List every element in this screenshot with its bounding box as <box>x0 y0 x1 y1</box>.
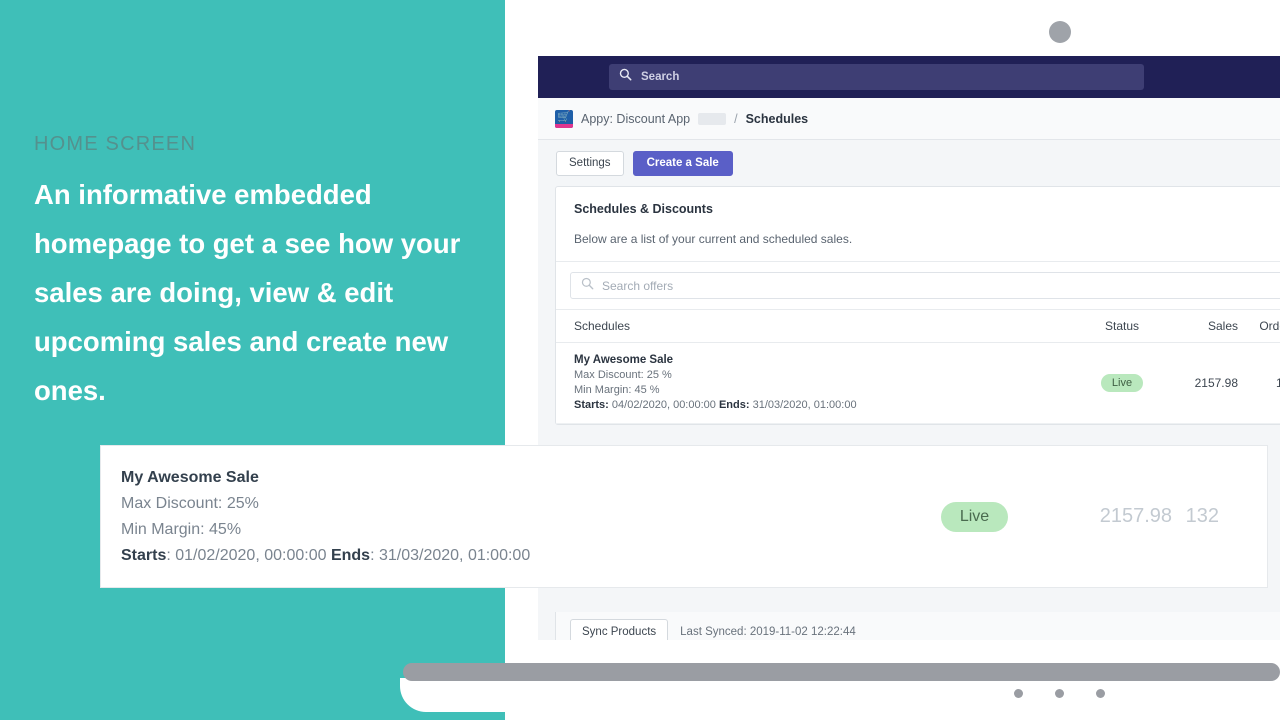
callout-orders-value: 132 <box>1185 505 1219 527</box>
card-subtitle: Below are a list of your current and sch… <box>574 232 853 246</box>
sync-bar: Sync Products Last Synced: 2019-11-02 12… <box>555 612 1280 640</box>
callout-min-margin: Min Margin: 45% <box>121 520 242 538</box>
schedule-max-discount: Max Discount: 25 % <box>574 369 672 381</box>
column-header-orders[interactable]: Orders <box>1238 319 1280 333</box>
column-header-schedules[interactable]: Schedules <box>574 319 1076 333</box>
breadcrumb-separator: / <box>734 111 738 126</box>
sales-value: 2157.98 <box>1194 376 1238 390</box>
search-icon <box>619 68 632 86</box>
card-title: Schedules & Discounts <box>574 202 713 216</box>
offers-search-row: Search offers <box>556 261 1280 309</box>
marketing-headline: An informative embedded homepage to get … <box>34 179 461 406</box>
card-header: Schedules & Discounts Below are a list o… <box>556 187 1280 261</box>
callout-sales-value: 2157.98 <box>1099 505 1172 527</box>
status-badge: Live <box>1100 374 1144 392</box>
carousel-dot-2[interactable] <box>1055 689 1064 698</box>
action-bar: Settings Create a Sale <box>538 140 1280 186</box>
last-synced-text: Last Synced: 2019-11-02 12:22:44 <box>680 625 856 638</box>
ends-value: 31/03/2020, 01:00:00 <box>752 399 857 411</box>
marketing-kicker: HOME SCREEN <box>34 133 197 155</box>
global-search-input[interactable]: Search <box>609 64 1144 90</box>
offers-search-input[interactable]: Search offers <box>570 272 1280 299</box>
orders-value: 132 <box>1275 376 1280 390</box>
create-sale-button[interactable]: Create a Sale <box>632 150 733 176</box>
schedule-name: My Awesome Sale <box>574 354 674 366</box>
settings-button[interactable]: Settings <box>556 150 624 176</box>
breadcrumb-placeholder-chip <box>698 112 727 125</box>
marketing-panel-lower <box>0 445 100 720</box>
starts-value: 04/02/2020, 00:00:00 <box>611 399 716 411</box>
column-header-sales[interactable]: Sales <box>1168 319 1238 333</box>
ends-label: Ends: <box>718 399 750 411</box>
search-icon <box>581 277 594 295</box>
schedule-dates: Starts: 04/02/2020, 00:00:00 Ends: 31/03… <box>574 398 1076 413</box>
callout-status-badge: Live <box>940 501 1009 532</box>
laptop-hinge <box>403 663 1280 681</box>
table-row[interactable]: My Awesome Sale Max Discount: 25 % Min M… <box>556 343 1280 424</box>
callout-ends-value: : 31/03/2020, 01:00:00 <box>370 546 531 564</box>
callout-schedule-name: My Awesome Sale <box>121 468 259 486</box>
callout-max-discount: Max Discount: 25% <box>121 494 259 512</box>
shopping-cart-app-icon: 🛒 <box>555 109 573 128</box>
sync-products-button[interactable]: Sync Products <box>570 619 669 640</box>
breadcrumb-current-page: Schedules <box>745 111 809 126</box>
callout-dates: Starts: 01/02/2020, 00:00:00 Ends: 31/03… <box>121 543 897 569</box>
callout-status-cell: Live <box>897 501 1052 532</box>
column-header-status[interactable]: Status <box>1076 319 1168 333</box>
starts-label: Starts: <box>574 399 609 411</box>
schedules-card: Schedules & Discounts Below are a list o… <box>555 186 1280 425</box>
offers-search-placeholder: Search offers <box>602 278 674 293</box>
webcam-dot-icon <box>1049 21 1071 43</box>
top-navigation-bar: Search <box>538 56 1280 98</box>
table-header-row: Schedules Status Sales Orders <box>556 309 1280 343</box>
breadcrumb: 🛒 Appy: Discount App / Schedules <box>538 98 1280 140</box>
callout-details: My Awesome Sale Max Discount: 25% Min Ma… <box>101 465 897 569</box>
carousel-dot-3[interactable] <box>1096 689 1105 698</box>
global-search-placeholder: Search <box>641 71 680 83</box>
magnified-row-callout: My Awesome Sale Max Discount: 25% Min Ma… <box>100 445 1268 588</box>
schedule-details: My Awesome Sale Max Discount: 25 % Min M… <box>574 353 1076 413</box>
schedule-min-margin: Min Margin: 45 % <box>574 384 660 396</box>
breadcrumb-app-name[interactable]: Appy: Discount App <box>581 112 690 126</box>
laptop-base <box>400 678 1280 712</box>
callout-starts-label: Starts <box>121 546 167 564</box>
callout-starts-value: : 01/02/2020, 00:00:00 <box>166 546 331 564</box>
carousel-dot-1[interactable] <box>1014 689 1023 698</box>
callout-ends-label: Ends <box>330 546 371 564</box>
status-cell: Live <box>1076 374 1168 392</box>
